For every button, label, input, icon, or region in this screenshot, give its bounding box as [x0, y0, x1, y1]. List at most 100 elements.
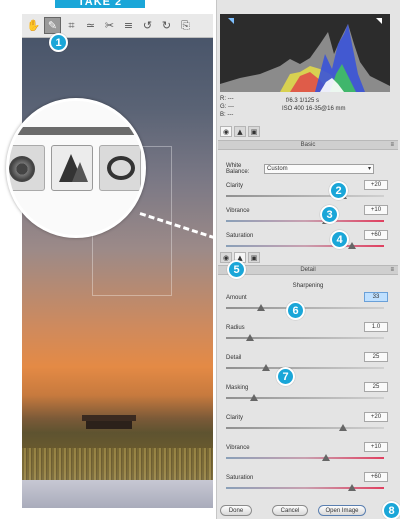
detail-slider-track[interactable] [226, 427, 384, 429]
panel-menu-icon-2[interactable]: ≡ [390, 266, 394, 274]
open-prefs-icon[interactable]: ⎘ [177, 17, 194, 34]
detail-slider-value-field[interactable]: +60 [364, 472, 388, 482]
basic-slider-value-field[interactable]: +10 [364, 205, 388, 215]
basic-slider-track[interactable] [226, 245, 384, 247]
detail-slider-value-field[interactable]: +10 [364, 442, 388, 452]
detail-slider-thumb[interactable] [338, 424, 347, 431]
detail-slider-value-field[interactable]: 25 [364, 352, 388, 362]
zoom-detail-tab [51, 145, 93, 191]
g-readout: G: --- [220, 104, 235, 110]
detail-slider-vibrance[interactable]: Vibrance +10 [226, 442, 390, 468]
step-badge-7: 7 [276, 367, 295, 386]
basic-slider-track[interactable] [226, 220, 384, 222]
detail-slider-track[interactable] [226, 307, 384, 309]
panel-tabs-top: ◉ ▲ ▣ [220, 126, 260, 138]
detail-slider-track[interactable] [226, 487, 384, 489]
white-balance-row: White Balance: Custom [226, 163, 390, 175]
detail-slider-label: Masking [226, 385, 249, 391]
cancel-button[interactable]: Cancel [272, 505, 308, 516]
camera-info: R: --- G: --- B: --- f/6.3 1/125 s ISO 4… [220, 94, 396, 124]
basic-slider-clarity[interactable]: Clarity +20 [226, 180, 390, 206]
step-badge-1: 1 [49, 33, 68, 52]
sharpening-heading: Sharpening [292, 283, 324, 289]
list-icon[interactable]: ≡ [120, 17, 137, 34]
title-tab: TAKE 2 [55, 0, 145, 8]
dialog-buttons: Done Cancel Open Image [220, 505, 400, 517]
r-readout: R: --- [220, 96, 234, 102]
zoom-callout [6, 98, 146, 238]
detail-slider-thumb[interactable] [245, 334, 254, 341]
step-badge-3: 3 [320, 205, 339, 224]
detail-slider-track[interactable] [226, 457, 384, 459]
basic-slider-label: Vibrance [226, 208, 250, 214]
step-badge-2: 2 [329, 181, 348, 200]
toolbar: ✋ ✎ ⌗ ≃ ✂ ≡ ↺ ↻ ⎘ [22, 14, 213, 38]
detail-slider-thumb[interactable] [348, 484, 357, 491]
image-house-silhouette [82, 415, 136, 429]
detail-slider-thumb[interactable] [321, 454, 330, 461]
detail-slider-label: Detail [226, 355, 242, 361]
detail-slider-label: Amount [226, 295, 247, 301]
step-badge-6: 6 [286, 301, 305, 320]
detail-slider-saturation[interactable]: Saturation +60 [226, 472, 390, 498]
step-badge-8: 8 [382, 501, 400, 519]
rotate-ccw-icon[interactable]: ↺ [139, 17, 156, 34]
lens-tab-icon-2[interactable]: ▣ [248, 252, 260, 263]
basic-tab-icon[interactable]: ◉ [220, 126, 232, 137]
open-image-button[interactable]: Open Image [318, 505, 366, 516]
detail-slider-value-field[interactable]: 25 [364, 382, 388, 392]
detail-slider-value-field[interactable]: 33 [364, 292, 388, 302]
done-button[interactable]: Done [220, 505, 252, 516]
detail-slider-value-field[interactable]: +20 [364, 412, 388, 422]
crop-icon[interactable]: ⌗ [63, 17, 80, 34]
basic-slider-value-field[interactable]: +60 [364, 230, 388, 240]
detail-slider-label: Radius [226, 325, 245, 331]
spot-removal-icon[interactable]: ✂ [101, 17, 118, 34]
detail-slider-label: Vibrance [226, 445, 250, 451]
histogram [220, 14, 390, 92]
zoom-panel-bar [9, 127, 143, 135]
histogram-graph [220, 18, 390, 92]
basic-header: Basic ≡ [218, 140, 398, 150]
detail-slider-thumb[interactable] [256, 304, 265, 311]
basic-slider-label: Saturation [226, 233, 254, 239]
detail-slider-thumb[interactable] [261, 364, 270, 371]
lens-tab-icon[interactable]: ▣ [248, 126, 260, 137]
detail-slider-detail[interactable]: Detail 25 [226, 352, 390, 378]
eyedropper-icon[interactable]: ✎ [44, 17, 61, 34]
zoom-basic-tab [9, 145, 45, 191]
b-readout: B: --- [220, 112, 234, 118]
aperture-shutter-text: f/6.3 1/125 s [286, 98, 320, 104]
detail-mountain-small-icon [72, 162, 88, 182]
iso-lens-text: ISO 400 16-35@16 mm [282, 106, 346, 112]
detail-slider-masking[interactable]: Masking 25 [226, 382, 390, 408]
detail-slider-track[interactable] [226, 367, 384, 369]
detail-slider-amount[interactable]: Amount 33 [226, 292, 390, 318]
detail-slider-label: Clarity [226, 415, 244, 421]
detail-slider-value-field[interactable]: 1.0 [364, 322, 388, 332]
basic-slider-thumb[interactable] [348, 242, 357, 249]
basic-slider-label: Clarity [226, 183, 244, 189]
detail-slider-clarity[interactable]: Clarity +20 [226, 412, 390, 438]
title-tab-label: TAKE 2 [77, 0, 123, 8]
basic-slider-track[interactable] [226, 195, 384, 197]
detail-slider-radius[interactable]: Radius 1.0 [226, 322, 390, 348]
image-snow [22, 480, 213, 508]
white-balance-select[interactable]: Custom [264, 164, 374, 174]
lens-icon [107, 156, 135, 180]
rgb-readout: R: --- G: --- B: --- [220, 95, 234, 119]
step-badge-5: 5 [227, 260, 246, 279]
basic-slider-vibrance[interactable]: Vibrance +10 [226, 205, 390, 231]
aperture-icon [9, 156, 35, 182]
straighten-icon[interactable]: ≃ [82, 17, 99, 34]
step-badge-4: 4 [330, 230, 349, 249]
basic-slider-value-field[interactable]: +20 [364, 180, 388, 190]
panel-menu-icon[interactable]: ≡ [390, 141, 394, 149]
rotate-cw-icon[interactable]: ↻ [158, 17, 175, 34]
screenshot-root: TAKE 2 ✋ ✎ ⌗ ≃ ✂ ≡ ↺ ↻ ⎘ R: --- G: --- B… [0, 0, 400, 519]
image-reeds [22, 448, 213, 482]
hand-icon[interactable]: ✋ [25, 17, 42, 34]
detail-tab-icon[interactable]: ▲ [234, 126, 246, 137]
detail-slider-thumb[interactable] [250, 394, 259, 401]
zoom-lens-tab [99, 145, 141, 191]
